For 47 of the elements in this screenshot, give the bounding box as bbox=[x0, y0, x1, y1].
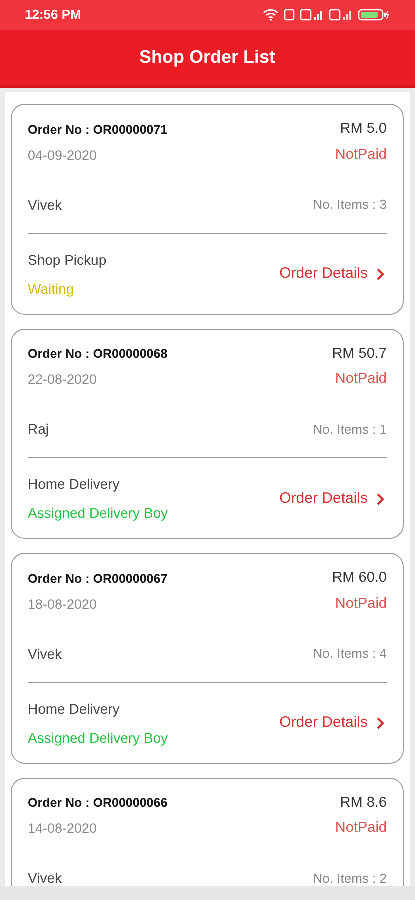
payment-status: NotPaid bbox=[335, 594, 387, 614]
order-card[interactable]: Order No : OR00000071 RM 5.0 04-09-2020 NotPaid Vivek No. Items : 3 Shop Pickup Waiting Order Details bbox=[11, 104, 404, 314]
battery-icon bbox=[358, 9, 390, 21]
order-status: Waiting bbox=[28, 280, 76, 299]
item-count: No. Items : 1 bbox=[313, 420, 387, 439]
customer-name: Vivek bbox=[28, 196, 62, 214]
order-status: Assigned Delivery Boy bbox=[28, 728, 168, 748]
order-amount: RM 8.6 bbox=[340, 794, 387, 812]
order-number: Order No : OR00000067 bbox=[28, 570, 168, 588]
order-card[interactable]: Order No : OR00000066 RM 8.6 14-08-2020 NotPaid Vivek No. Items : 2 bbox=[11, 778, 404, 886]
delivery-type: Home Delivery bbox=[28, 700, 121, 719]
item-count: No. Items : 4 bbox=[313, 645, 387, 664]
chevron-right-icon bbox=[376, 268, 385, 281]
header-title: Shop Order List bbox=[139, 46, 276, 69]
sim-icon bbox=[284, 9, 295, 21]
customer-name: Vivek bbox=[28, 869, 62, 886]
order-amount: RM 60.0 bbox=[332, 569, 387, 588]
payment-status: NotPaid bbox=[335, 146, 387, 165]
order-card[interactable]: Order No : OR00000068 RM 50.7 22-08-2020 NotPaid Raj No. Items : 1 Home Delivery Assigned Delivery Boy Order Details bbox=[11, 328, 404, 539]
order-number: Order No : OR00000066 bbox=[28, 795, 168, 812]
chevron-right-icon bbox=[376, 717, 385, 730]
order-amount: RM 50.7 bbox=[332, 344, 387, 364]
order-details-link[interactable]: Order Details bbox=[280, 712, 387, 735]
order-date: 04-09-2020 bbox=[28, 146, 98, 164]
chevron-right-icon bbox=[376, 492, 385, 506]
delivery-type: Home Delivery bbox=[28, 475, 121, 494]
item-count: No. Items : 3 bbox=[313, 196, 387, 214]
delivery-type: Shop Pickup bbox=[28, 250, 107, 270]
payment-status: NotPaid bbox=[335, 819, 387, 838]
order-number: Order No : OR00000071 bbox=[28, 122, 168, 138]
status-time: 12:56 PM bbox=[25, 6, 82, 24]
order-date: 14-08-2020 bbox=[28, 820, 98, 838]
order-amount: RM 5.0 bbox=[340, 120, 387, 139]
signal-icon bbox=[329, 9, 353, 21]
order-date: 22-08-2020 bbox=[28, 371, 98, 389]
order-details-link[interactable]: Order Details bbox=[280, 263, 387, 286]
order-date: 18-08-2020 bbox=[28, 596, 98, 614]
customer-name: Vivek bbox=[28, 644, 62, 664]
signal-icon bbox=[300, 9, 324, 21]
item-count: No. Items : 2 bbox=[313, 870, 387, 886]
order-number: Order No : OR00000068 bbox=[28, 346, 168, 363]
wifi-icon bbox=[263, 9, 279, 21]
order-card[interactable]: Order No : OR00000067 RM 60.0 18-08-2020 NotPaid Vivek No. Items : 4 Home Delivery Assigned Delivery Boy Order Details bbox=[11, 553, 404, 764]
order-details-link[interactable]: Order Details bbox=[280, 488, 387, 510]
customer-name: Raj bbox=[28, 420, 50, 439]
order-status: Assigned Delivery Boy bbox=[28, 504, 168, 523]
payment-status: NotPaid bbox=[335, 370, 387, 390]
